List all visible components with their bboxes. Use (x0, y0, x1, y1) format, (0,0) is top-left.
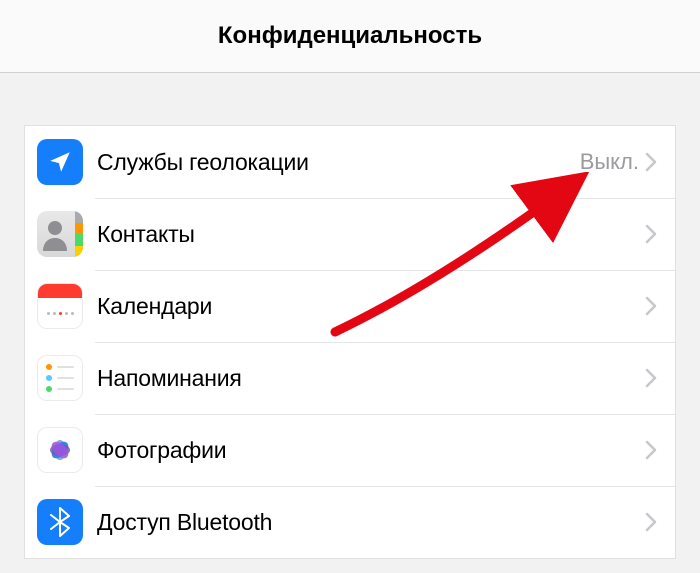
content: Службы геолокации Выкл. Контакты (0, 73, 700, 559)
row-location-services[interactable]: Службы геолокации Выкл. (25, 126, 675, 198)
row-label: Календари (97, 293, 645, 320)
row-label: Фотографии (97, 437, 645, 464)
row-reminders[interactable]: Напоминания (25, 342, 675, 414)
location-arrow-icon (37, 139, 83, 185)
row-bluetooth[interactable]: Доступ Bluetooth (25, 486, 675, 558)
row-label: Контакты (97, 221, 645, 248)
header: Конфиденциальность (0, 0, 700, 73)
photos-icon (37, 427, 83, 473)
row-value: Выкл. (580, 149, 639, 175)
chevron-right-icon (645, 224, 657, 244)
row-label: Напоминания (97, 365, 645, 392)
chevron-right-icon (645, 512, 657, 532)
chevron-right-icon (645, 152, 657, 172)
row-contacts[interactable]: Контакты (25, 198, 675, 270)
row-label: Доступ Bluetooth (97, 509, 645, 536)
settings-list: Службы геолокации Выкл. Контакты (24, 125, 676, 559)
contacts-icon (37, 211, 83, 257)
page-title: Конфиденциальность (218, 22, 482, 50)
bluetooth-icon (37, 499, 83, 545)
reminders-icon (37, 355, 83, 401)
row-label: Службы геолокации (97, 149, 580, 176)
chevron-right-icon (645, 368, 657, 388)
row-photos[interactable]: Фотографии (25, 414, 675, 486)
row-calendars[interactable]: Календари (25, 270, 675, 342)
chevron-right-icon (645, 296, 657, 316)
chevron-right-icon (645, 440, 657, 460)
calendar-icon (37, 283, 83, 329)
